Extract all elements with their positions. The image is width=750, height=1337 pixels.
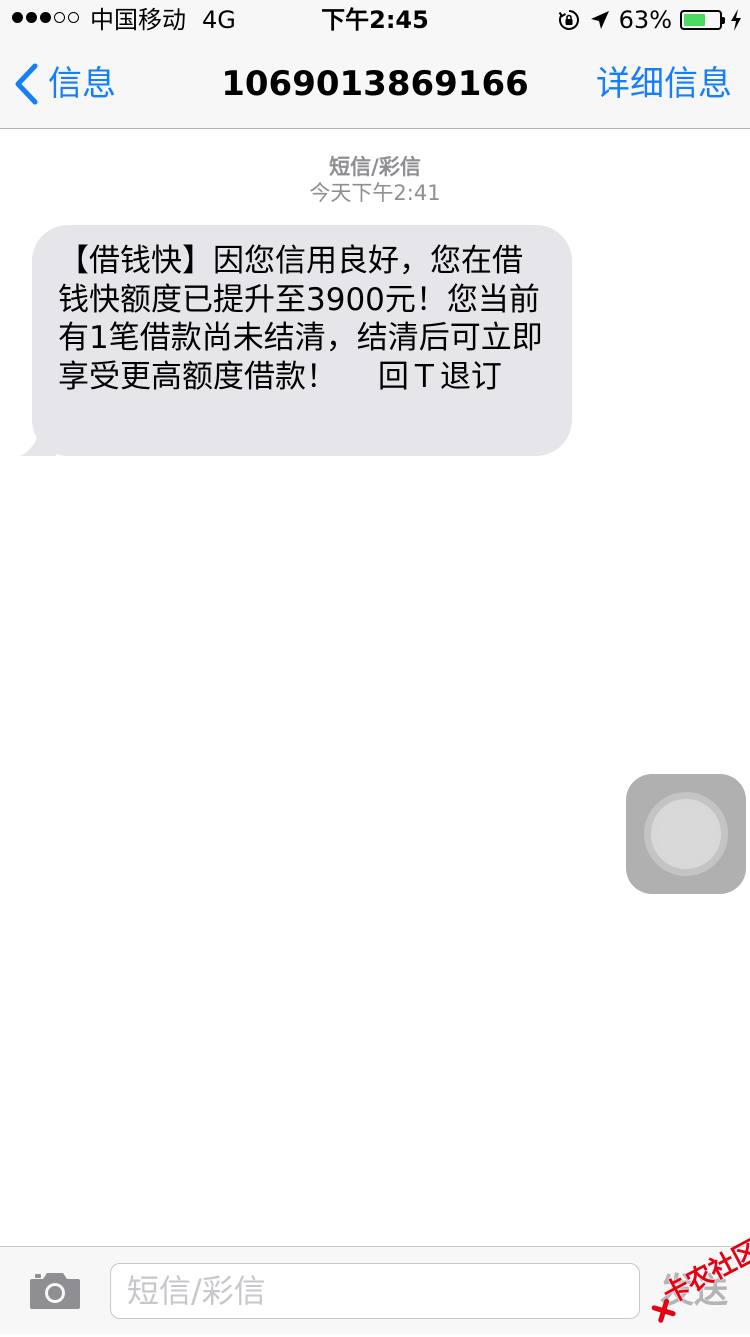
details-button[interactable]: 详细信息	[596, 62, 732, 106]
battery-icon	[680, 10, 725, 30]
battery-level-fill	[684, 14, 705, 26]
rotation-lock-icon	[557, 8, 581, 32]
assistive-touch-button[interactable]	[626, 774, 746, 894]
navigation-bar: 信息 1069013869166 详细信息	[0, 40, 750, 129]
back-button-label: 信息	[48, 64, 116, 104]
message-input[interactable]	[110, 1263, 640, 1319]
message-type-label: 短信/彩信	[329, 155, 421, 179]
camera-icon	[30, 1273, 80, 1309]
status-indicators: 63%	[557, 5, 742, 35]
charging-bolt-icon	[730, 9, 742, 31]
assistive-touch-core	[658, 806, 714, 862]
location-arrow-icon	[589, 9, 611, 31]
chevron-left-icon	[14, 63, 38, 105]
camera-button[interactable]	[28, 1271, 82, 1311]
incoming-message-bubble[interactable]: 【借钱快】因您信用良好，您在借钱快额度已提升至3900元！您当前有1笔借款尚未结…	[32, 225, 572, 456]
status-bar: 中国移动 4G 下午2:45 63%	[0, 0, 750, 40]
message-input-bar: 发送	[0, 1246, 750, 1334]
back-button[interactable]: 信息	[14, 62, 116, 106]
message-timestamp: 今天下午2:41	[309, 181, 441, 205]
battery-percent: 63%	[618, 6, 672, 34]
